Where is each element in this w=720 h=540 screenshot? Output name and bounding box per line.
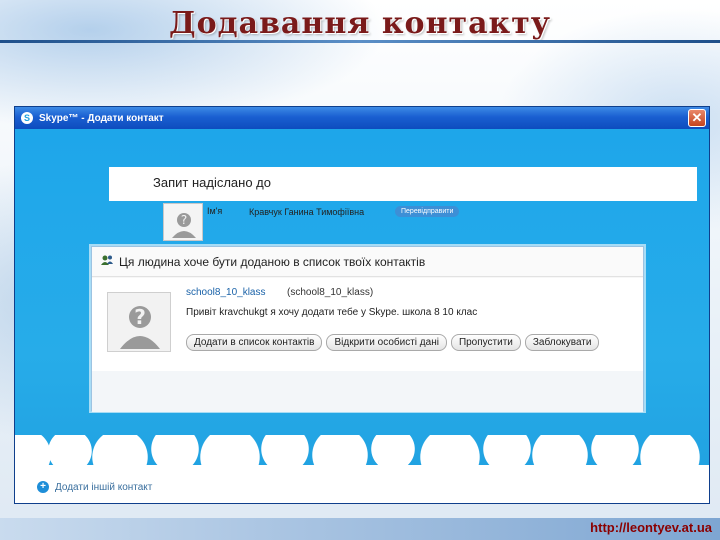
site-url: http://leontyev.at.ua [590, 520, 712, 535]
close-button[interactable]: ✕ [688, 109, 706, 127]
sent-request-title: Запит надіслано до [153, 175, 271, 190]
svg-text:?: ? [134, 305, 146, 329]
incoming-request-dialog: Ця людина хоче бути доданою в список тво… [91, 246, 644, 412]
contacts-icon [100, 253, 114, 271]
add-another-label: Додати іншій контакт [55, 481, 153, 493]
dialog-body: ? school8_10_klass (school8_10_klass) Пр… [92, 278, 643, 371]
add-to-contacts-button[interactable]: Додати в список контактів [186, 334, 323, 351]
avatar-placeholder-icon: ? [163, 203, 203, 241]
skype-window: S Skype™ - Додати контакт ✕ Запит надісл… [14, 106, 710, 504]
dialog-footer [92, 371, 643, 412]
resend-button[interactable]: Перевідправити [395, 206, 460, 217]
cloud-decoration [15, 435, 709, 503]
skip-button[interactable]: Пропустити [450, 334, 521, 351]
name-value: Кравчук Ганина Тимофіївна [249, 207, 365, 217]
window-body: Запит надіслано до ? Ім'я Кравчук Ганина… [15, 129, 709, 503]
dialog-header-text: Ця людина хоче бути доданою в список тво… [119, 254, 426, 269]
avatar-placeholder-icon: ? [107, 292, 171, 352]
action-buttons: Додати в список контактів Відкрити особи… [186, 334, 600, 351]
window-title: Skype™ - Додати контакт [39, 112, 164, 124]
plus-circle-icon: + [37, 481, 49, 493]
view-profile-button[interactable]: Відкрити особисті дані [326, 334, 447, 351]
request-message: Привіт kravchukgt я хочу додати тебе у S… [186, 307, 478, 318]
slide-title: Додавання контакту [168, 6, 552, 41]
name-label: Ім'я [207, 206, 223, 216]
requester-username[interactable]: school8_10_klass [186, 287, 266, 298]
window-titlebar: S Skype™ - Додати контакт ✕ [15, 107, 709, 129]
svg-text:?: ? [181, 213, 187, 227]
block-button[interactable]: Заблокувати [524, 334, 600, 351]
add-another-contact-link[interactable]: + Додати іншій контакт [37, 481, 152, 493]
skype-icon: S [21, 112, 33, 124]
dialog-header: Ця людина хоче бути доданою в список тво… [92, 247, 643, 277]
sent-request-panel: Запит надіслано до [109, 167, 697, 201]
title-underline [0, 40, 720, 43]
requester-id: (school8_10_klass) [287, 287, 374, 298]
